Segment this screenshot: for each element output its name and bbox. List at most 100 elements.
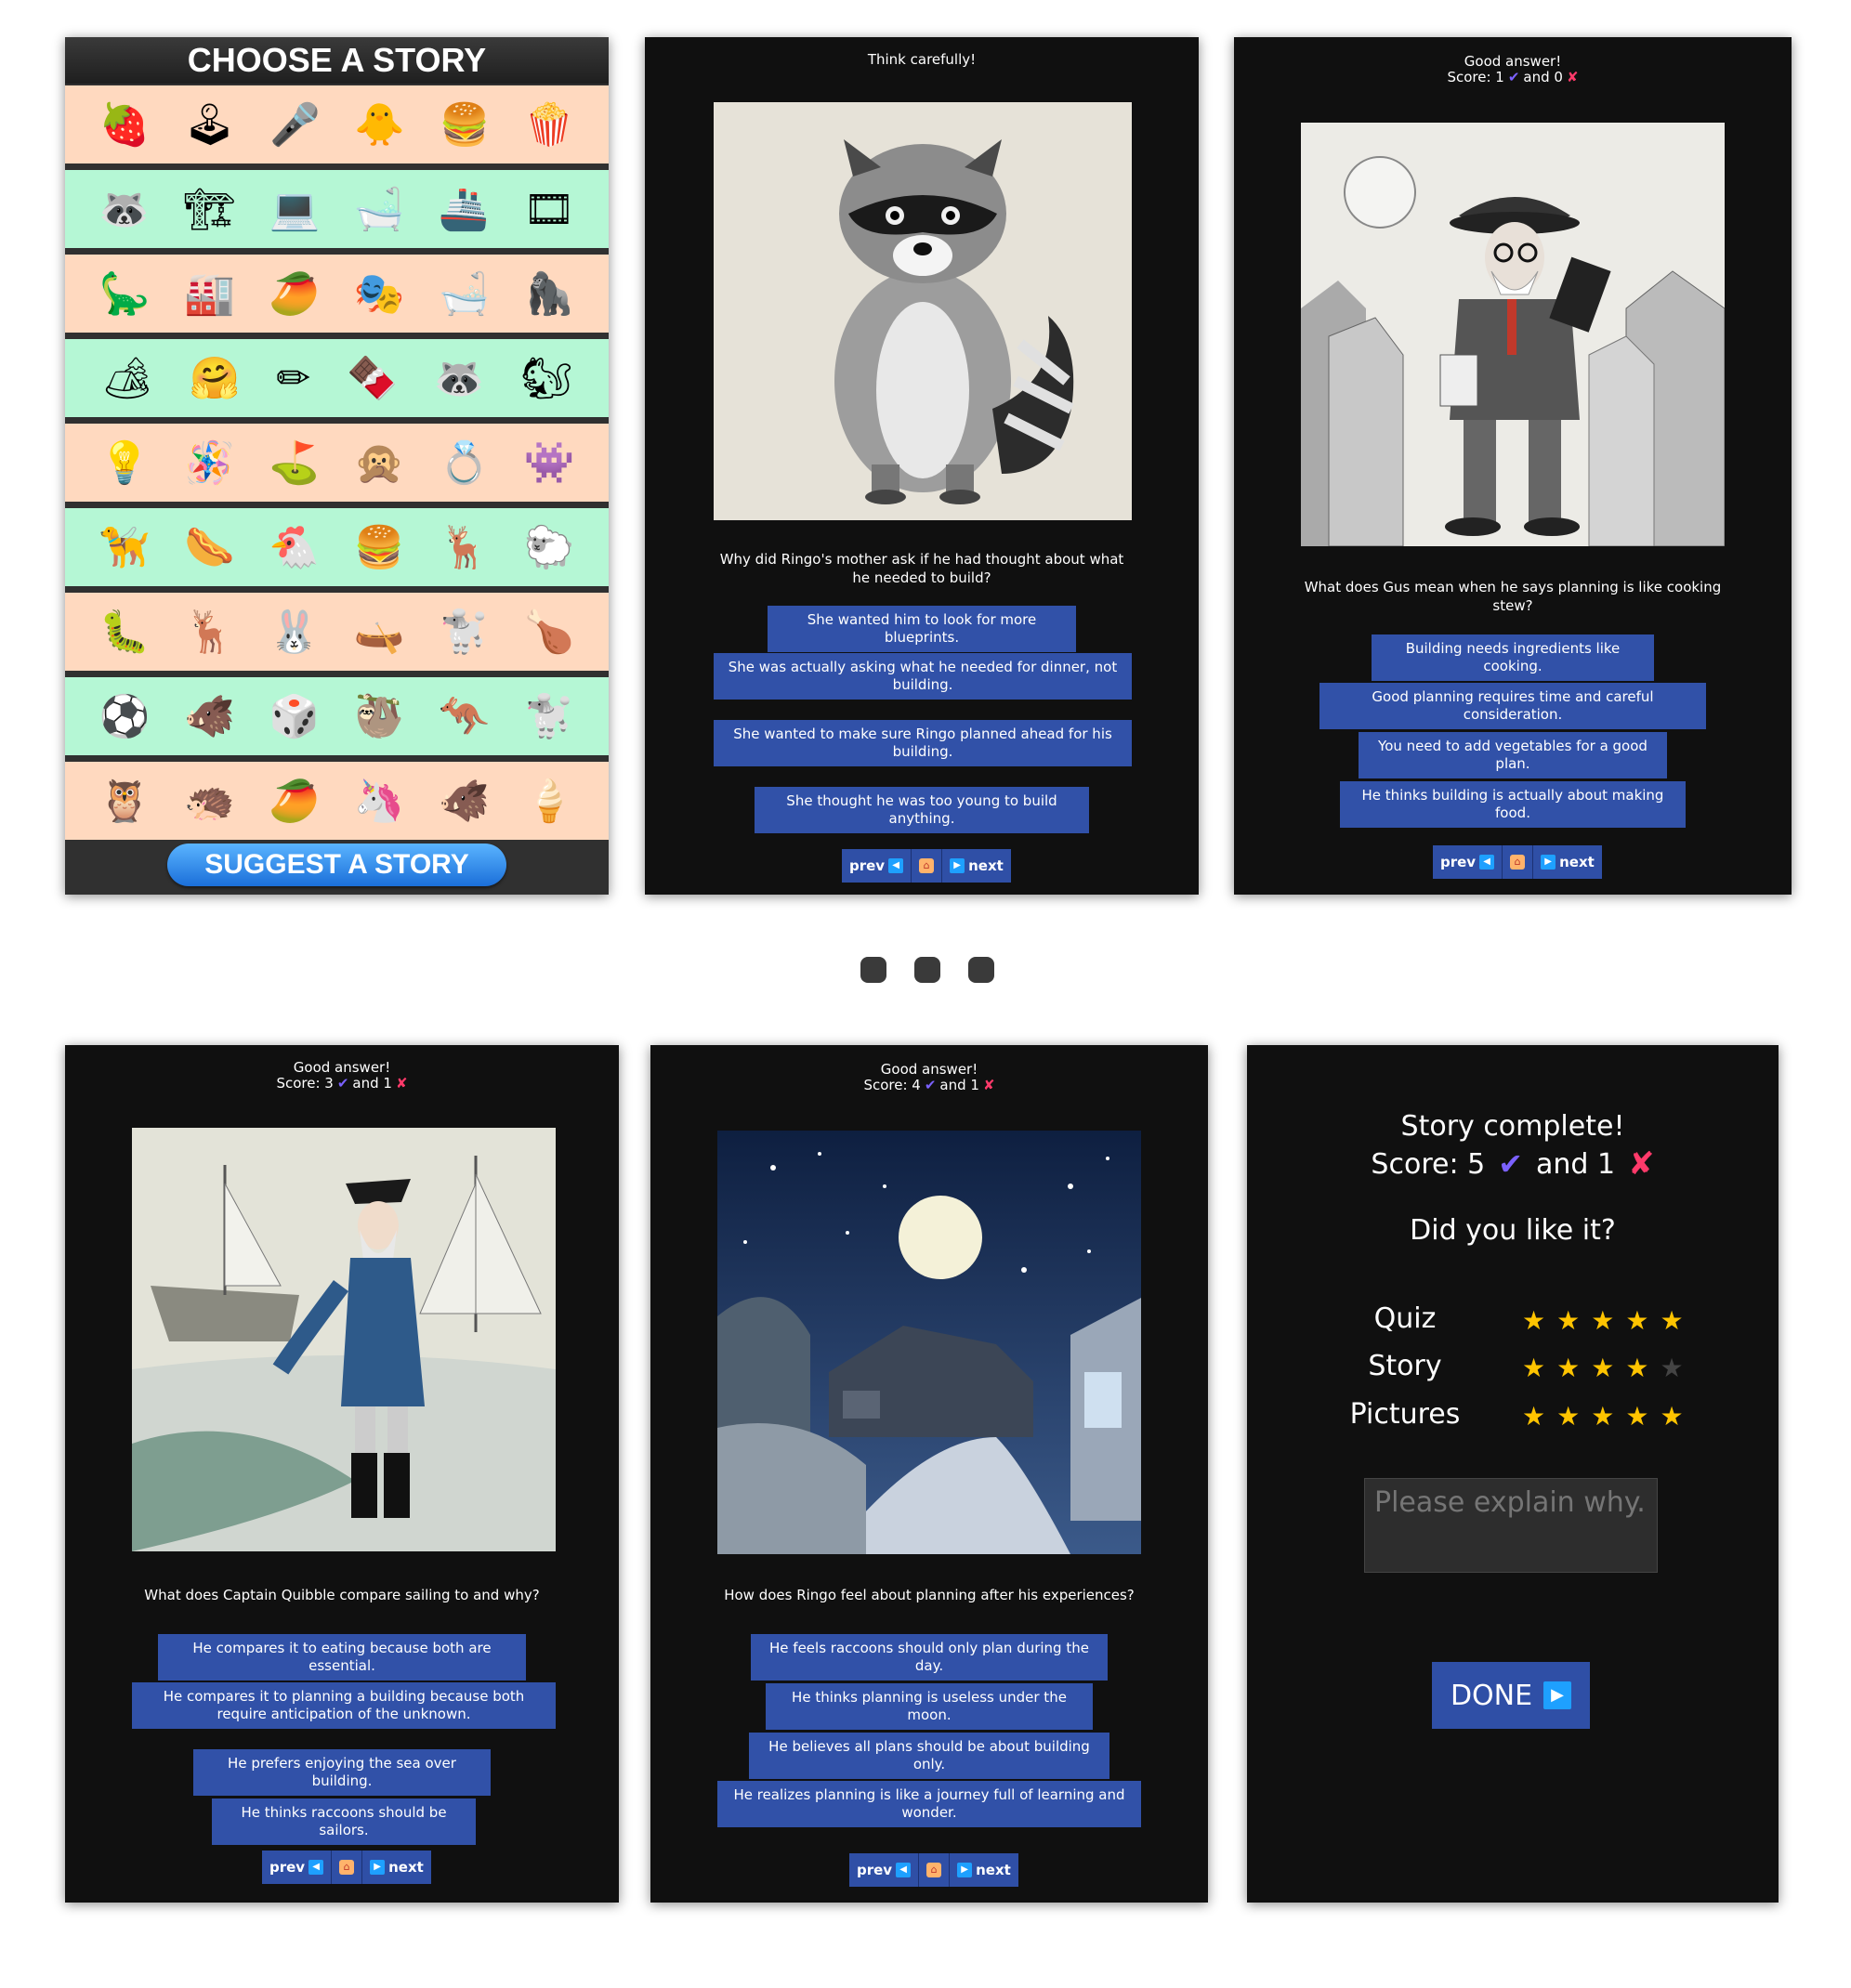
story-icon[interactable]: ⛳ bbox=[269, 438, 320, 487]
story-icon[interactable]: 🐿 bbox=[520, 354, 572, 402]
answer-option[interactable]: He feels raccoons should only plan durin… bbox=[751, 1634, 1108, 1681]
rating-stars-pictures[interactable]: ★ ★ ★ ★ ★ bbox=[1522, 1401, 1684, 1432]
story-icon[interactable]: 🏗 bbox=[183, 185, 235, 233]
star-icon[interactable]: ★ bbox=[1660, 1353, 1683, 1383]
answer-option[interactable]: He thinks building is actually about mak… bbox=[1340, 781, 1686, 828]
answer-option[interactable]: He realizes planning is like a journey f… bbox=[717, 1781, 1141, 1827]
done-button[interactable]: DONE ▶ bbox=[1432, 1662, 1590, 1729]
story-icon[interactable]: 🐑 bbox=[524, 523, 575, 571]
story-icon[interactable]: 🦝 bbox=[434, 354, 485, 402]
story-icon[interactable]: 🦘 bbox=[439, 692, 490, 740]
answer-option[interactable]: Good planning requires time and careful … bbox=[1319, 683, 1706, 729]
story-icon[interactable]: 🍓 bbox=[98, 100, 150, 149]
story-icon[interactable]: 🐗 bbox=[184, 692, 235, 740]
next-button[interactable]: ▶ next bbox=[950, 1853, 1018, 1887]
answer-option[interactable]: You need to add vegetables for a good pl… bbox=[1359, 732, 1667, 778]
answer-option[interactable]: He thinks planning is useless under the … bbox=[766, 1683, 1093, 1730]
star-icon[interactable]: ★ bbox=[1522, 1353, 1545, 1383]
answer-option[interactable]: Building needs ingredients like cooking. bbox=[1372, 634, 1654, 681]
story-icon[interactable]: 🛁 bbox=[354, 185, 405, 233]
answer-option[interactable]: He believes all plans should be about bu… bbox=[749, 1733, 1109, 1779]
home-button[interactable]: ⌂ bbox=[1503, 845, 1534, 879]
story-icon[interactable]: ✏ bbox=[276, 355, 310, 402]
story-icon[interactable]: 🤗 bbox=[190, 354, 241, 402]
answer-option[interactable]: She wanted to make sure Ringo planned ah… bbox=[714, 720, 1132, 766]
story-icon[interactable]: 🐩 bbox=[439, 608, 490, 656]
story-icon[interactable]: 💍 bbox=[439, 438, 490, 487]
prev-button[interactable]: prev ◀ bbox=[1433, 845, 1503, 879]
prev-button[interactable]: prev ◀ bbox=[849, 1853, 920, 1887]
story-icon[interactable]: 🏭 bbox=[184, 269, 235, 318]
home-button[interactable]: ⌂ bbox=[912, 849, 943, 883]
star-icon[interactable]: ★ bbox=[1625, 1401, 1648, 1432]
prev-button[interactable]: prev ◀ bbox=[262, 1851, 333, 1884]
story-icon[interactable]: 🍔 bbox=[354, 523, 405, 571]
carousel-dot[interactable] bbox=[914, 957, 940, 983]
story-icon[interactable]: 🎭 bbox=[354, 269, 405, 318]
story-icon[interactable]: 🐰 bbox=[269, 608, 320, 656]
story-icon[interactable]: 🛁 bbox=[439, 269, 490, 318]
story-icon[interactable]: 👾 bbox=[524, 438, 575, 487]
home-button[interactable]: ⌂ bbox=[919, 1853, 951, 1887]
home-button[interactable]: ⌂ bbox=[332, 1851, 363, 1884]
star-icon[interactable]: ★ bbox=[1660, 1401, 1683, 1432]
story-icon[interactable]: 🦄 bbox=[354, 777, 405, 825]
answer-option[interactable]: He thinks raccoons should be sailors. bbox=[212, 1798, 476, 1845]
star-icon[interactable]: ★ bbox=[1522, 1305, 1545, 1336]
rating-stars-quiz[interactable]: ★ ★ ★ ★ ★ bbox=[1522, 1305, 1684, 1336]
story-icon[interactable]: 🦍 bbox=[524, 269, 575, 318]
story-icon[interactable]: 🍗 bbox=[524, 608, 575, 656]
answer-option[interactable]: He prefers enjoying the sea over buildin… bbox=[193, 1749, 491, 1796]
story-icon[interactable]: 🐗 bbox=[439, 777, 490, 825]
story-icon[interactable]: 🍔 bbox=[439, 100, 490, 149]
star-icon[interactable]: ★ bbox=[1522, 1401, 1545, 1432]
story-icon[interactable]: 🙊 bbox=[354, 438, 405, 487]
carousel-dot[interactable] bbox=[860, 957, 886, 983]
story-icon[interactable]: 🪅 bbox=[184, 438, 235, 487]
story-icon[interactable]: 💡 bbox=[99, 438, 151, 487]
answer-option[interactable]: He compares it to eating because both ar… bbox=[158, 1634, 526, 1681]
story-icon[interactable]: 🦮 bbox=[99, 523, 151, 571]
star-icon[interactable]: ★ bbox=[1591, 1401, 1614, 1432]
story-icon[interactable]: 🐛 bbox=[99, 608, 151, 656]
story-icon[interactable]: 🦉 bbox=[99, 777, 151, 825]
story-icon[interactable]: 🐔 bbox=[269, 523, 320, 571]
story-icon[interactable]: 🦌 bbox=[184, 608, 235, 656]
star-icon[interactable]: ★ bbox=[1660, 1305, 1683, 1336]
story-icon[interactable]: 🎤 bbox=[269, 100, 321, 149]
story-icon[interactable]: 🐥 bbox=[354, 100, 405, 149]
story-icon[interactable]: 🎞 bbox=[523, 185, 575, 233]
story-icon[interactable]: 🌭 bbox=[184, 523, 235, 571]
story-icon[interactable]: 🚢 bbox=[439, 185, 490, 233]
star-icon[interactable]: ★ bbox=[1625, 1305, 1648, 1336]
prev-button[interactable]: prev ◀ bbox=[842, 849, 912, 883]
star-icon[interactable]: ★ bbox=[1556, 1401, 1580, 1432]
star-icon[interactable]: ★ bbox=[1591, 1353, 1614, 1383]
star-icon[interactable]: ★ bbox=[1556, 1305, 1580, 1336]
story-icon[interactable]: 💻 bbox=[269, 185, 321, 233]
story-icon[interactable]: 🦝 bbox=[98, 185, 150, 233]
story-icon[interactable]: ⚽ bbox=[99, 692, 151, 740]
story-icon[interactable]: 🦥 bbox=[354, 692, 405, 740]
story-icon[interactable]: 🕹 bbox=[184, 100, 236, 149]
star-icon[interactable]: ★ bbox=[1625, 1353, 1648, 1383]
star-icon[interactable]: ★ bbox=[1591, 1305, 1614, 1336]
story-icon[interactable]: 🐩 bbox=[524, 692, 575, 740]
story-icon[interactable]: 🦕 bbox=[99, 269, 151, 318]
story-icon[interactable]: 🎲 bbox=[269, 692, 320, 740]
story-icon[interactable]: 🍿 bbox=[524, 100, 575, 149]
carousel-dot[interactable] bbox=[968, 957, 994, 983]
next-button[interactable]: ▶ next bbox=[1533, 845, 1602, 879]
answer-option[interactable]: She was actually asking what he needed f… bbox=[714, 653, 1132, 700]
story-icon[interactable]: 🍫 bbox=[347, 354, 398, 402]
next-button[interactable]: ▶ next bbox=[362, 1851, 431, 1884]
next-button[interactable]: ▶ next bbox=[942, 849, 1011, 883]
story-icon[interactable]: 🦌 bbox=[439, 523, 490, 571]
story-icon[interactable]: 🥭 bbox=[269, 777, 320, 825]
answer-option[interactable]: He compares it to planning a building be… bbox=[132, 1682, 556, 1729]
story-icon[interactable]: 🥭 bbox=[269, 269, 320, 318]
suggest-story-button[interactable]: SUGGEST A STORY bbox=[167, 844, 506, 886]
rating-stars-story[interactable]: ★ ★ ★ ★ ★ bbox=[1522, 1353, 1684, 1383]
answer-option[interactable]: She thought he was too young to build an… bbox=[755, 787, 1089, 833]
answer-option[interactable]: She wanted him to look for more blueprin… bbox=[768, 606, 1076, 652]
